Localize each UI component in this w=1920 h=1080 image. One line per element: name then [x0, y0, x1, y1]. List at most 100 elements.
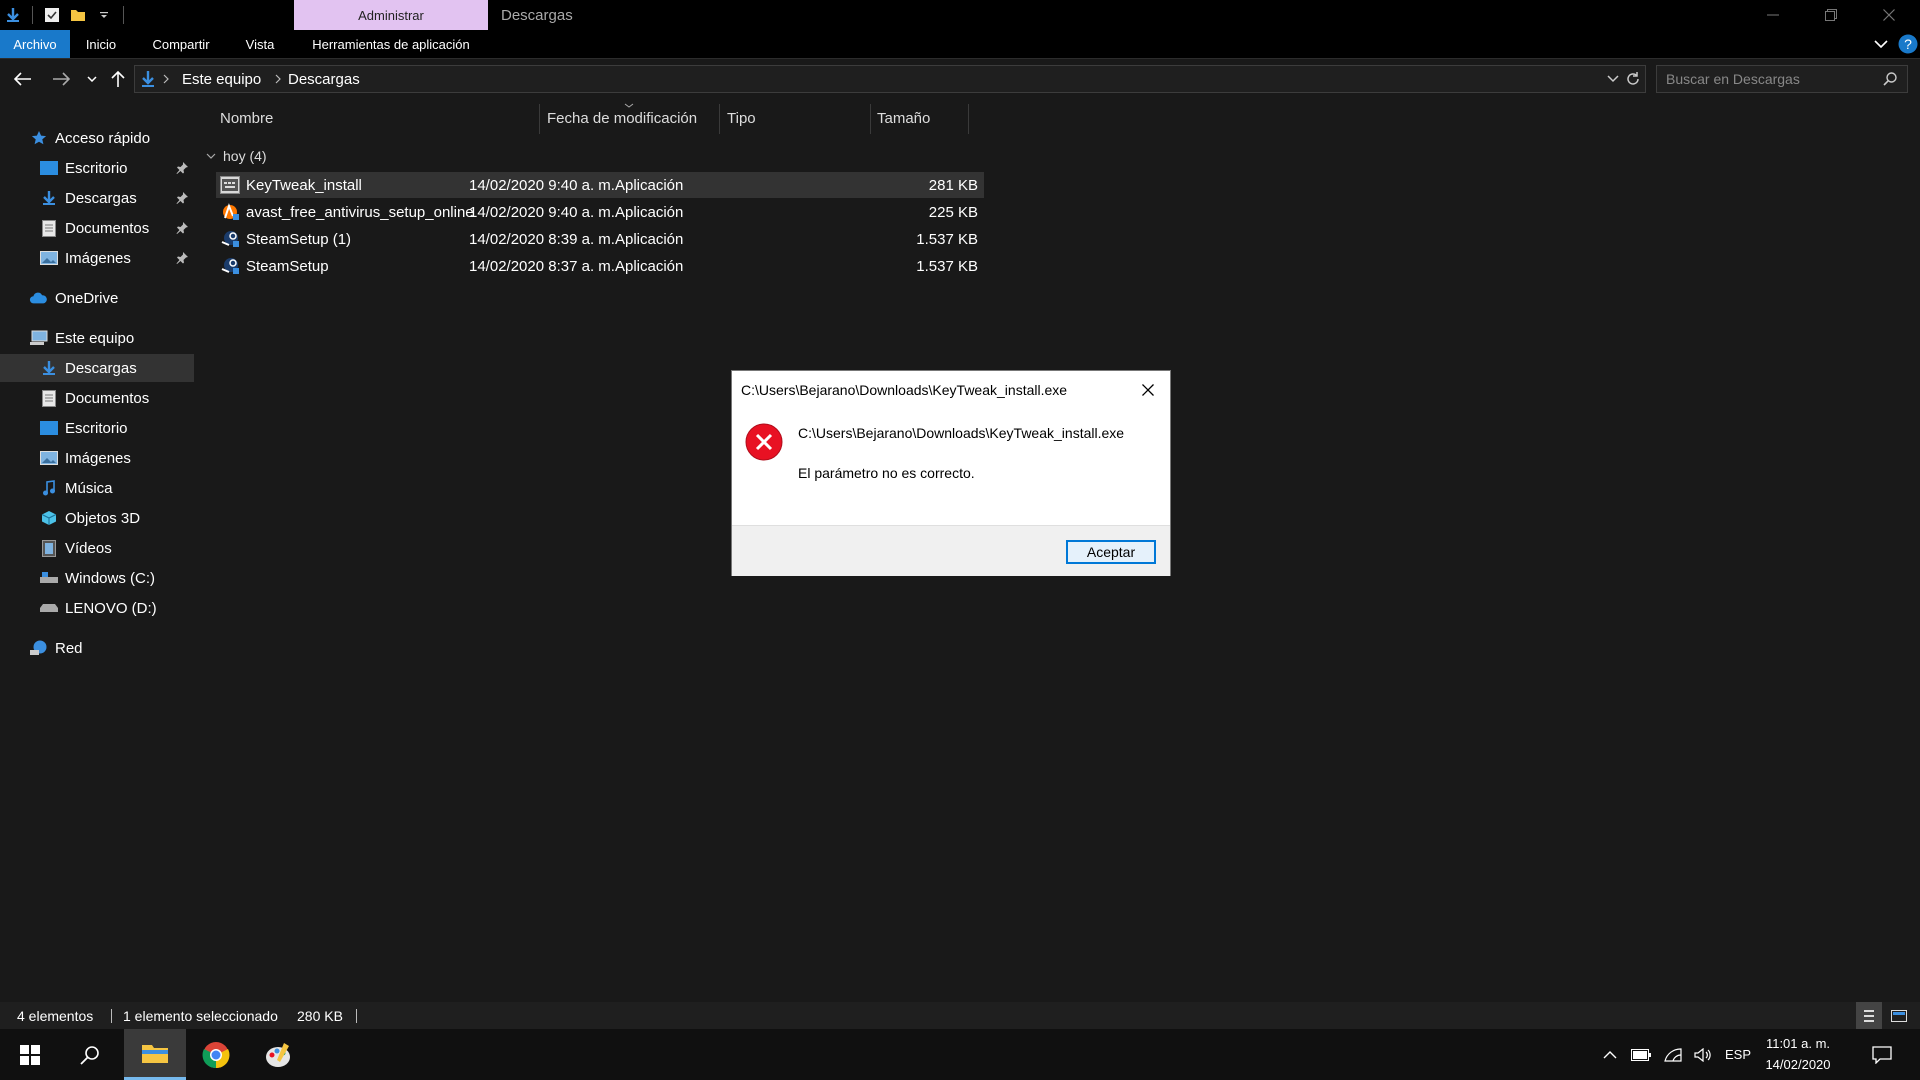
- column-header-tipo[interactable]: Tipo: [727, 100, 756, 136]
- tab-vista[interactable]: Vista: [236, 30, 284, 58]
- table-row[interactable]: SteamSetup 14/02/2020 8:37 a. m. Aplicac…: [216, 253, 984, 279]
- windows-start-icon[interactable]: [0, 1029, 60, 1080]
- file-date: 14/02/2020 8:39 a. m.: [469, 230, 615, 248]
- address-bar[interactable]: Este equipo Descargas: [134, 65, 1646, 93]
- desktop-icon: [40, 159, 58, 177]
- minimize-button[interactable]: [1744, 0, 1802, 30]
- tab-herramientas-aplicacion[interactable]: Herramientas de aplicación: [300, 30, 482, 58]
- nav-quick-imagenes[interactable]: Imágenes: [0, 244, 194, 272]
- table-row[interactable]: SteamSetup (1) 14/02/2020 8:39 a. m. Apl…: [216, 226, 984, 252]
- search-icon[interactable]: [60, 1029, 120, 1080]
- group-header-hoy[interactable]: hoy (4): [206, 144, 267, 168]
- file-type: Aplicación: [615, 176, 684, 194]
- search-input[interactable]: Buscar en Descargas: [1656, 65, 1908, 93]
- paint-icon[interactable]: [248, 1029, 308, 1080]
- up-button[interactable]: [104, 59, 132, 99]
- status-selection: 1 elemento seleccionado: [123, 1007, 278, 1024]
- tab-archivo[interactable]: Archivo: [0, 30, 70, 58]
- column-header-nombre[interactable]: Nombre: [220, 100, 273, 136]
- nav-red[interactable]: Red: [0, 634, 194, 662]
- properties-icon[interactable]: [39, 0, 65, 30]
- navigation-pane: Acceso rápido Escritorio Descargas Docum…: [0, 100, 196, 1002]
- battery-icon[interactable]: [1628, 1029, 1654, 1080]
- close-button[interactable]: [1860, 0, 1918, 30]
- star-icon: [30, 129, 48, 147]
- dialog-close-button[interactable]: [1133, 377, 1163, 403]
- column-divider[interactable]: [968, 104, 969, 134]
- file-explorer-taskbar-icon[interactable]: [124, 1029, 186, 1080]
- nav-pc-descargas[interactable]: Descargas: [0, 354, 194, 382]
- column-divider[interactable]: [719, 104, 720, 134]
- nav-pc-musica[interactable]: Música: [0, 474, 194, 502]
- qat-divider: [123, 6, 124, 24]
- tab-compartir[interactable]: Compartir: [140, 30, 222, 58]
- nav-pc-objetos-3d[interactable]: Objetos 3D: [0, 504, 194, 532]
- aceptar-button[interactable]: Aceptar: [1066, 540, 1156, 564]
- nav-pc-imagenes[interactable]: Imágenes: [0, 444, 194, 472]
- details-view-icon[interactable]: [1856, 1002, 1882, 1029]
- expand-ribbon-icon[interactable]: [1866, 30, 1896, 58]
- file-size: 281 KB: [928, 176, 978, 194]
- window-title: Descargas: [501, 6, 573, 24]
- breadcrumb-chevron-icon: [163, 74, 169, 84]
- desktop-icon: [40, 419, 58, 437]
- steam-icon: [220, 257, 240, 275]
- chrome-icon[interactable]: [186, 1029, 246, 1080]
- restore-button[interactable]: [1802, 0, 1860, 30]
- breadcrumb-descargas[interactable]: Descargas: [288, 66, 360, 92]
- customize-qat-icon[interactable]: [91, 0, 117, 30]
- nav-quick-documentos[interactable]: Documentos: [0, 214, 194, 242]
- pin-icon[interactable]: [176, 162, 188, 174]
- table-row[interactable]: avast_free_antivirus_setup_online 14/02/…: [216, 199, 984, 225]
- dialog-footer: Aceptar: [732, 525, 1170, 576]
- column-divider[interactable]: [539, 104, 540, 134]
- breadcrumb-este-equipo[interactable]: Este equipo: [182, 66, 261, 92]
- table-row[interactable]: KeyTweak_install 14/02/2020 9:40 a. m. A…: [216, 172, 984, 198]
- cloud-icon: [29, 289, 47, 307]
- computer-icon: [30, 329, 48, 347]
- nav-pc-videos[interactable]: Vídeos: [0, 534, 194, 562]
- nav-pc-windows-c[interactable]: Windows (C:): [0, 564, 194, 592]
- help-icon[interactable]: ?: [1898, 34, 1918, 54]
- nav-onedrive[interactable]: OneDrive: [0, 284, 194, 312]
- nav-pc-escritorio[interactable]: Escritorio: [0, 414, 194, 442]
- nav-acceso-rapido[interactable]: Acceso rápido: [0, 124, 194, 152]
- language-indicator[interactable]: ESP: [1720, 1029, 1756, 1080]
- file-size: 225 KB: [928, 203, 978, 221]
- download-folder-icon[interactable]: [0, 0, 26, 30]
- nav-pc-documentos[interactable]: Documentos: [0, 384, 194, 412]
- recent-locations-chevron-icon[interactable]: [78, 59, 106, 99]
- pin-icon[interactable]: [176, 222, 188, 234]
- column-header-tamano[interactable]: Tamaño: [877, 100, 930, 136]
- tab-inicio[interactable]: Inicio: [72, 30, 130, 58]
- volume-icon[interactable]: [1690, 1029, 1716, 1080]
- status-bar: 4 elementos 1 elemento seleccionado 280 …: [0, 1002, 1920, 1029]
- nav-pc-lenovo-d[interactable]: LENOVO (D:): [0, 594, 194, 622]
- nav-este-equipo[interactable]: Este equipo: [0, 324, 194, 352]
- new-folder-icon[interactable]: [65, 0, 91, 30]
- notifications-icon[interactable]: [1864, 1029, 1900, 1080]
- back-button[interactable]: [9, 59, 37, 99]
- system-clock[interactable]: 11:01 a. m. 14/02/2020: [1762, 1033, 1834, 1075]
- svg-text:?: ?: [1904, 36, 1912, 52]
- large-icons-view-icon[interactable]: [1886, 1002, 1912, 1029]
- contextual-tab-administrar[interactable]: Administrar: [294, 0, 488, 30]
- address-dropdown-icon[interactable]: [1607, 75, 1619, 83]
- forward-button[interactable]: [47, 59, 75, 99]
- column-header-fecha[interactable]: Fecha de modificación: [547, 100, 697, 136]
- refresh-icon[interactable]: [1625, 71, 1641, 87]
- show-hidden-icons-chevron-icon[interactable]: [1598, 1029, 1622, 1080]
- search-icon[interactable]: [1883, 72, 1897, 86]
- drive-icon: [40, 569, 58, 587]
- search-placeholder: Buscar en Descargas: [1666, 71, 1800, 87]
- pin-icon[interactable]: [176, 252, 188, 264]
- nav-quick-descargas[interactable]: Descargas: [0, 184, 194, 212]
- column-divider[interactable]: [870, 104, 871, 134]
- pin-icon[interactable]: [176, 192, 188, 204]
- wifi-icon[interactable]: [1660, 1029, 1686, 1080]
- file-name: KeyTweak_install: [246, 176, 362, 194]
- nav-quick-escritorio[interactable]: Escritorio: [0, 154, 194, 182]
- error-icon: [745, 423, 783, 461]
- cube-icon: [40, 509, 58, 527]
- status-item-count: 4 elementos: [17, 1007, 94, 1024]
